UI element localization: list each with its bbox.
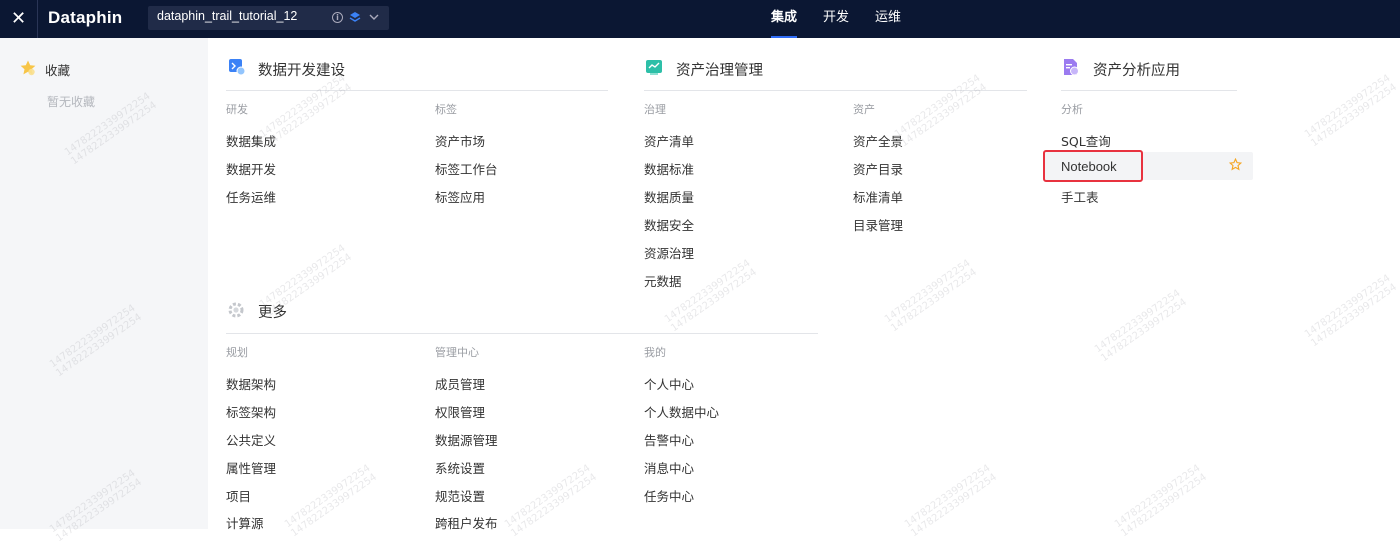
top-navigation-bar: ✕ Dataphin dataphin_trail_tutorial_12 i … — [0, 0, 1400, 38]
menu-item-standard-settings[interactable]: 规范设置 — [435, 486, 485, 505]
info-circle-icon[interactable]: i — [332, 12, 343, 23]
menu-item-member-management[interactable]: 成员管理 — [435, 374, 485, 393]
gear-icon — [228, 302, 244, 318]
watermark: 1478222339972254 1478222339972254 — [1302, 72, 1399, 150]
menu-item-tag-architecture[interactable]: 标签架构 — [226, 402, 276, 421]
menu-item-permission-management[interactable]: 权限管理 — [435, 402, 485, 421]
menu-item-tag-workbench[interactable]: 标签工作台 — [435, 159, 498, 178]
menu-item-datasource-management[interactable]: 数据源管理 — [435, 430, 498, 449]
menu-item-data-security[interactable]: 数据安全 — [644, 215, 694, 234]
menu-item-manual-table[interactable]: 手工表 — [1061, 187, 1099, 206]
menu-item-data-architecture[interactable]: 数据架构 — [226, 374, 276, 393]
watermark: 1478222339972254 1478222339972254 — [282, 462, 379, 540]
watermark: 1478222339972254 1478222339972254 — [1092, 287, 1189, 365]
menu-item-sql-query[interactable]: SQL查询 — [1061, 131, 1111, 150]
menu-item-data-development[interactable]: 数据开发 — [226, 159, 276, 178]
section-divider — [226, 90, 608, 91]
asset-governance-icon — [646, 60, 662, 75]
menu-item-personal-center[interactable]: 个人中心 — [644, 374, 694, 393]
menu-item-personal-data-center[interactable]: 个人数据中心 — [644, 402, 719, 421]
group-label-management-center: 管理中心 — [435, 346, 479, 359]
watermark: 1478222339972254 1478222339972254 — [892, 72, 989, 150]
nav-tab-development[interactable]: 开发 — [823, 0, 849, 38]
group-label-mine: 我的 — [644, 346, 666, 359]
close-icon[interactable]: ✕ — [0, 0, 38, 38]
dataphin-logo[interactable]: Dataphin — [48, 8, 122, 28]
data-dev-icon — [229, 59, 246, 76]
menu-item-asset-list[interactable]: 资产清单 — [644, 131, 694, 150]
chevron-down-icon[interactable] — [367, 10, 381, 24]
watermark: 1478222339972254 1478222339972254 — [662, 257, 759, 335]
menu-item-data-quality[interactable]: 数据质量 — [644, 187, 694, 206]
environment-layer-icon — [349, 12, 361, 22]
favorites-empty-text: 暂无收藏 — [47, 95, 96, 109]
watermark: 1478222339972254 1478222339972254 — [502, 462, 599, 540]
group-label-assets: 资产 — [853, 103, 875, 116]
group-label-planning: 规划 — [226, 346, 248, 359]
menu-item-tag-application[interactable]: 标签应用 — [435, 187, 485, 206]
section-divider — [1061, 90, 1237, 91]
star-outline-icon[interactable] — [1229, 158, 1242, 171]
menu-item-alert-center[interactable]: 告警中心 — [644, 430, 694, 449]
menu-item-metadata[interactable]: 元数据 — [644, 271, 682, 290]
menu-item-data-standard[interactable]: 数据标准 — [644, 159, 694, 178]
section-title-more: 更多 — [258, 305, 287, 321]
menu-item-asset-catalog[interactable]: 资产目录 — [853, 159, 903, 178]
group-label-tags: 标签 — [435, 103, 457, 116]
watermark: 1478222339972254 1478222339972254 — [1112, 462, 1209, 540]
menu-item-message-center[interactable]: 消息中心 — [644, 458, 694, 477]
menu-item-standard-list[interactable]: 标准清单 — [853, 187, 903, 206]
star-filled-icon — [20, 60, 36, 76]
menu-item-compute-source[interactable]: 计算源 — [226, 513, 264, 532]
watermark: 1478222339972254 1478222339972254 — [902, 462, 999, 540]
menu-item-asset-market[interactable]: 资产市场 — [435, 131, 485, 150]
project-name: dataphin_trail_tutorial_12 — [157, 9, 298, 23]
menu-item-data-integration[interactable]: 数据集成 — [226, 131, 276, 150]
section-title-data-dev: 数据开发建设 — [258, 63, 345, 79]
project-selector[interactable]: dataphin_trail_tutorial_12 i — [148, 6, 389, 30]
menu-item-cross-tenant-publish[interactable]: 跨租户发布 — [435, 513, 498, 532]
favorites-title: 收藏 — [45, 63, 71, 78]
asset-analysis-icon — [1064, 59, 1079, 76]
section-divider — [644, 90, 1027, 91]
nav-tab-operations[interactable]: 运维 — [875, 0, 901, 38]
menu-item-project[interactable]: 项目 — [226, 486, 251, 505]
watermark: 1478222339972254 1478222339972254 — [882, 257, 979, 335]
group-label-analysis: 分析 — [1061, 103, 1083, 116]
menu-item-asset-overview[interactable]: 资产全景 — [853, 131, 903, 150]
section-divider — [226, 333, 818, 334]
menu-item-catalog-management[interactable]: 目录管理 — [853, 215, 903, 234]
watermark: 1478222339972254 1478222339972254 — [1302, 272, 1399, 350]
group-label-governance: 治理 — [644, 103, 666, 116]
favorites-sidebar: 收藏 暂无收藏 — [0, 38, 208, 529]
menu-item-resource-governance[interactable]: 资源治理 — [644, 243, 694, 262]
nav-tab-integration[interactable]: 集成 — [771, 0, 798, 38]
highlight-box — [1043, 150, 1143, 182]
menu-item-task-operations[interactable]: 任务运维 — [226, 187, 276, 206]
menu-item-task-center[interactable]: 任务中心 — [644, 486, 694, 505]
menu-item-system-settings[interactable]: 系统设置 — [435, 458, 485, 477]
group-label-rnd: 研发 — [226, 103, 248, 116]
section-title-asset-analysis: 资产分析应用 — [1093, 63, 1180, 79]
section-title-asset-governance: 资产治理管理 — [676, 63, 763, 79]
menu-item-attribute-management[interactable]: 属性管理 — [226, 458, 276, 477]
menu-item-public-definition[interactable]: 公共定义 — [226, 430, 276, 449]
